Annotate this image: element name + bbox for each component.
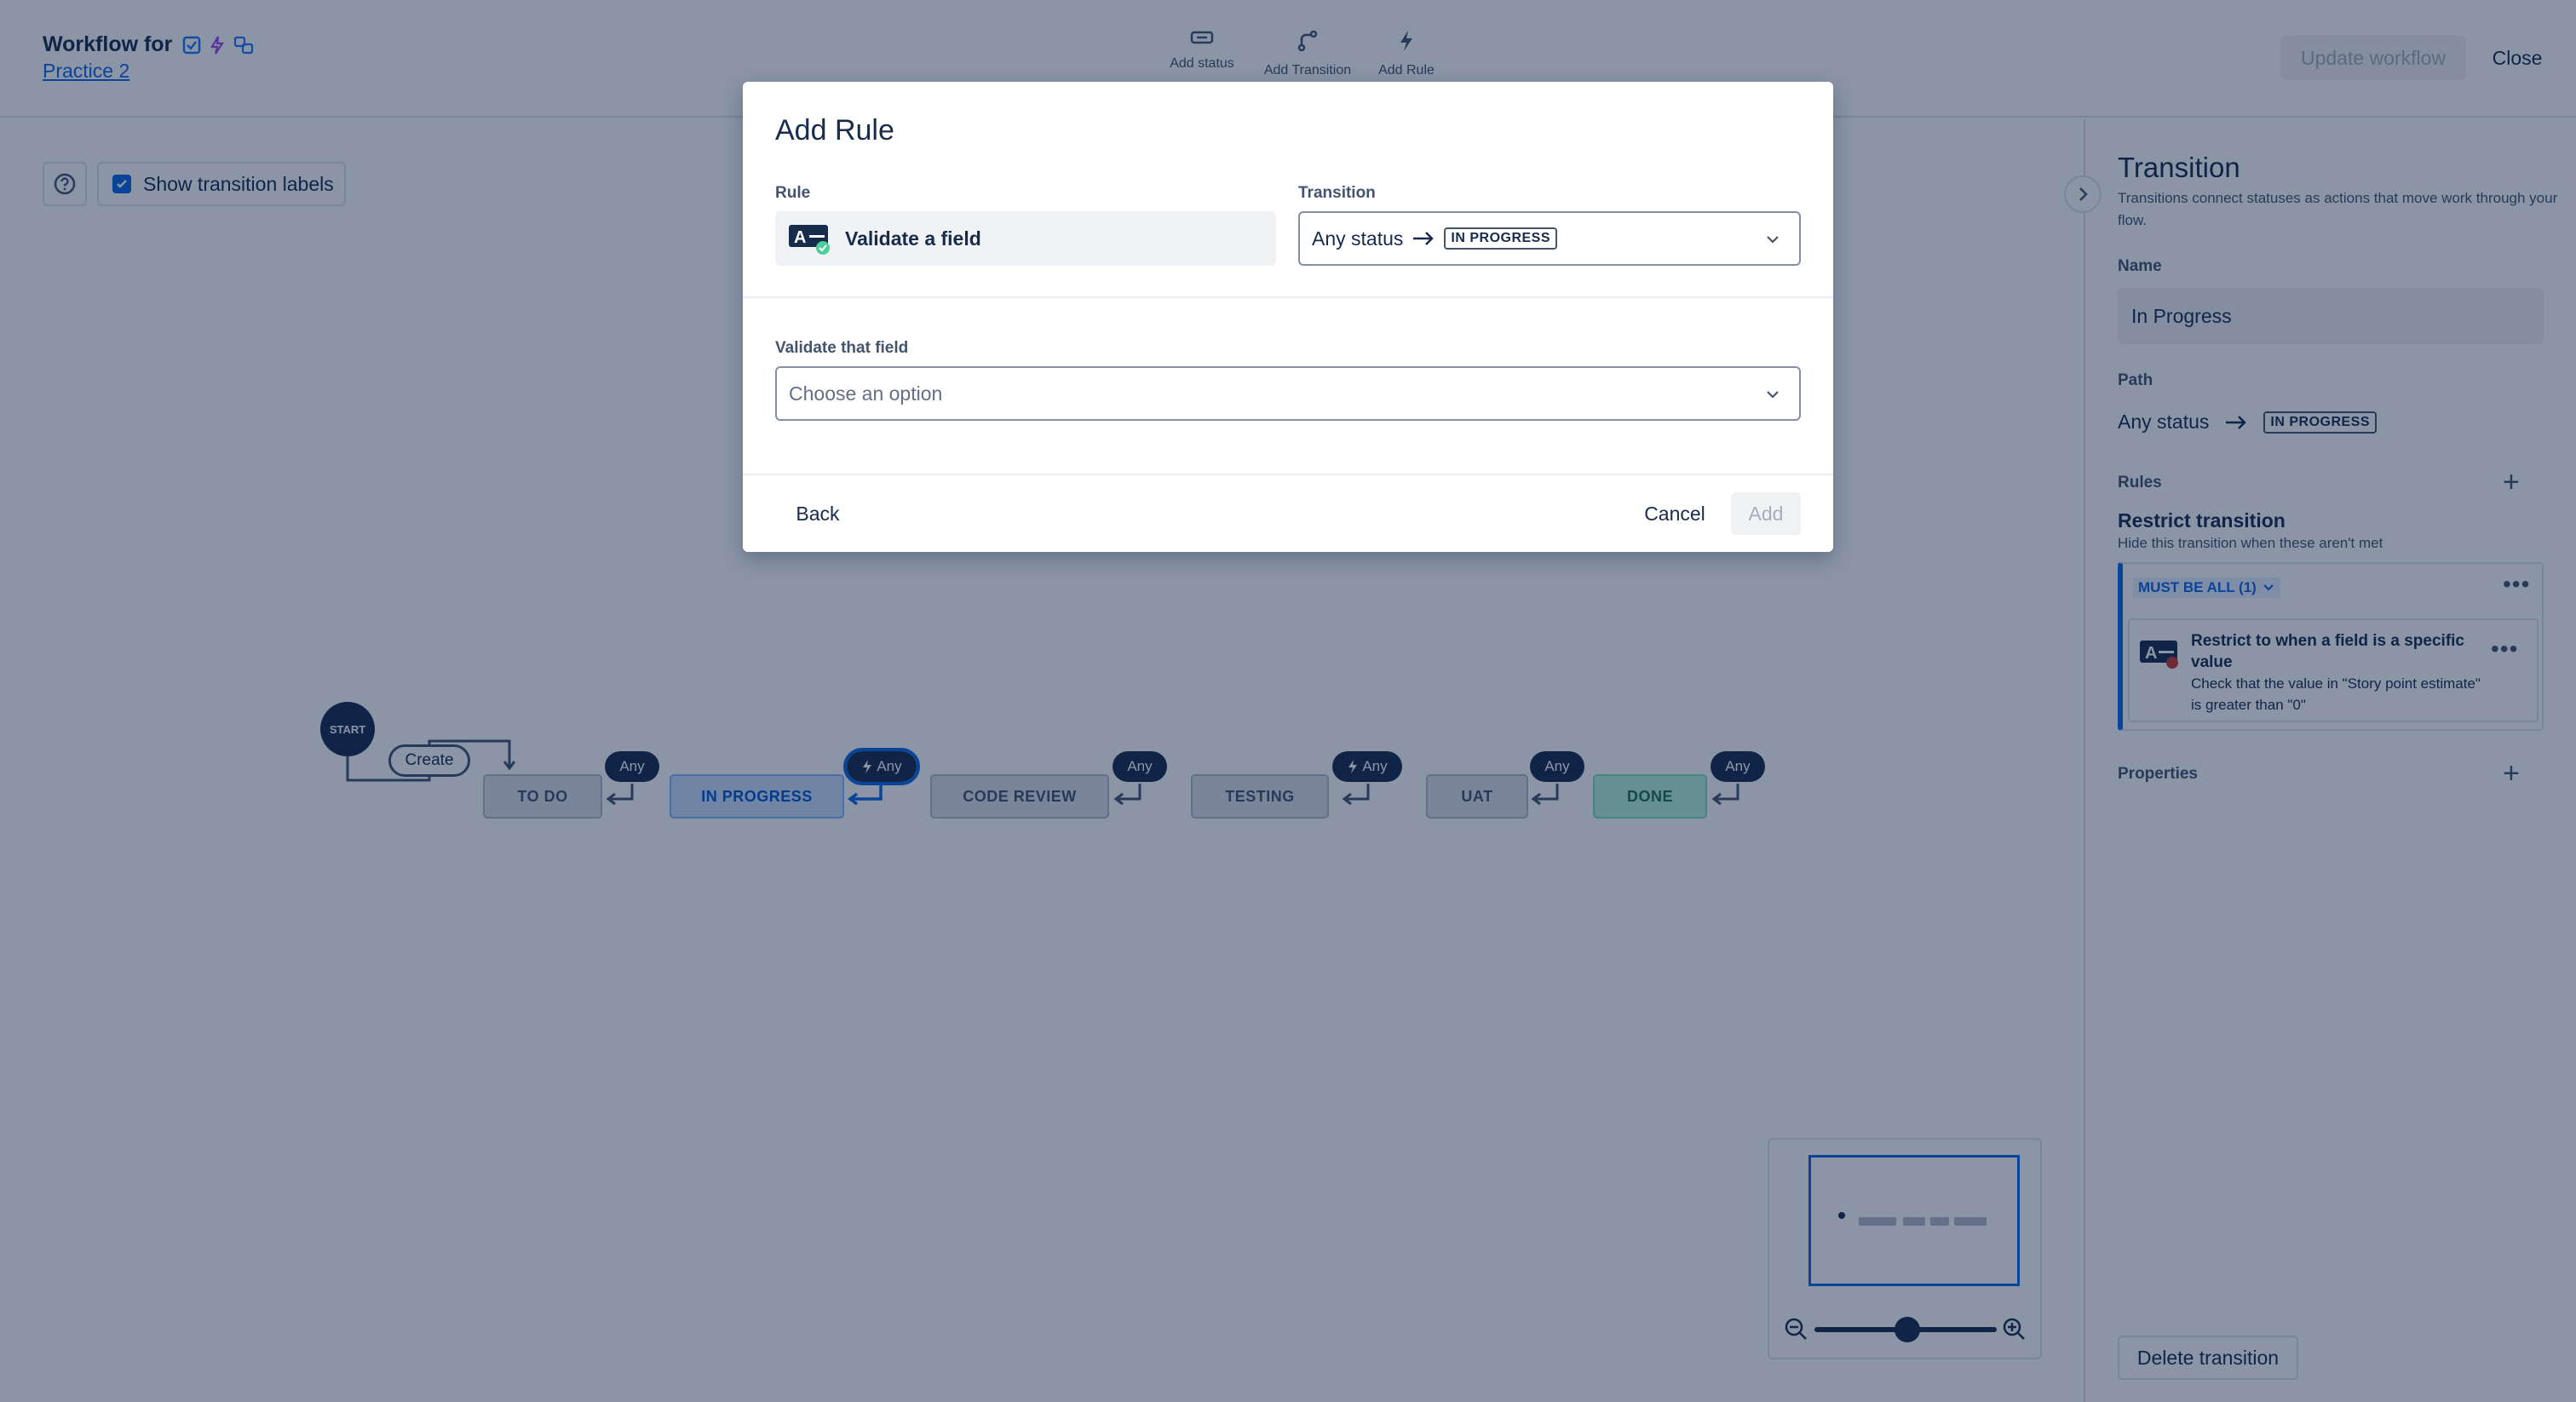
chevron-down-icon xyxy=(1767,391,1779,399)
validate-field-select[interactable]: Choose an option xyxy=(775,366,1801,421)
modal-divider xyxy=(743,296,1833,298)
modal-footer-divider xyxy=(743,474,1833,475)
chevron-down-icon xyxy=(1767,236,1779,244)
modal-title: Add Rule xyxy=(775,114,894,147)
svg-text:A: A xyxy=(794,228,806,247)
transition-label: Transition xyxy=(1298,184,1376,202)
transition-select[interactable]: Any status IN PROGRESS xyxy=(1298,211,1801,266)
rule-field: A Validate a field xyxy=(775,211,1276,266)
field-placeholder: Choose an option xyxy=(789,382,943,405)
rule-value: Validate a field xyxy=(845,227,981,250)
rule-label: Rule xyxy=(775,184,811,202)
validate-field-icon: A xyxy=(789,225,830,255)
add-rule-modal: Add Rule Rule Transition A Validate a fi… xyxy=(743,82,1833,552)
add-button[interactable]: Add xyxy=(1731,492,1801,535)
transition-to-lozenge: IN PROGRESS xyxy=(1444,227,1558,250)
arrow-right-icon xyxy=(1413,232,1435,245)
back-button[interactable]: Back xyxy=(775,492,860,535)
cancel-button[interactable]: Cancel xyxy=(1634,492,1716,535)
validate-field-label: Validate that field xyxy=(775,339,909,357)
transition-from: Any status xyxy=(1312,227,1404,250)
